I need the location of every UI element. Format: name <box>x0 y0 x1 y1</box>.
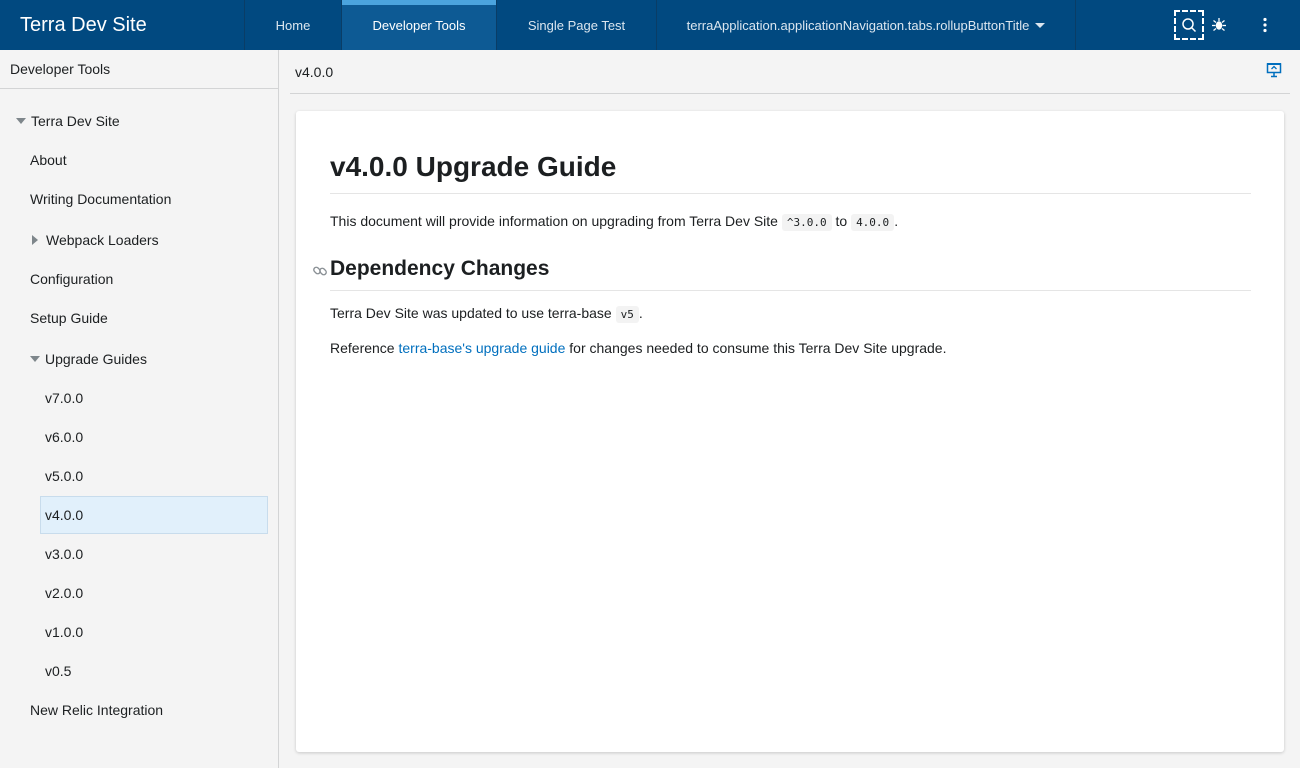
presentation-icon <box>1266 63 1282 78</box>
link-icon <box>313 266 327 276</box>
inline-code: ^3.0.0 <box>781 214 832 231</box>
tab-home[interactable]: Home <box>245 0 342 50</box>
sidebar-item-label: v7.0.0 <box>45 390 84 406</box>
upgrade-guide-link[interactable]: terra-base's upgrade guide <box>398 340 565 356</box>
dependency-text: . <box>638 305 643 321</box>
sidebar-item-v4[interactable]: v4.0.0 <box>40 496 268 534</box>
sidebar-item-v2[interactable]: v2.0.0 <box>45 574 83 612</box>
sidebar-item-label: Writing Documentation <box>30 191 172 207</box>
sidebar-item-v5[interactable]: v5.0.0 <box>45 457 83 495</box>
sidebar-item-label: v3.0.0 <box>45 546 84 562</box>
chevron-down-icon <box>1035 22 1046 28</box>
sidebar-item-new-relic-integration[interactable]: New Relic Integration <box>30 691 163 729</box>
caret-down-icon <box>16 118 26 124</box>
sidebar-item-label: v2.0.0 <box>45 585 84 601</box>
sidebar-item-v7[interactable]: v7.0.0 <box>45 379 83 417</box>
sidebar-item-label: New Relic Integration <box>30 702 164 718</box>
section-heading-text: Dependency Changes <box>330 257 550 280</box>
app-brand[interactable]: Terra Dev Site <box>0 0 245 50</box>
primary-navigation: Home Developer Tools Single Page Test te… <box>245 0 1076 50</box>
intro-text: to <box>831 213 852 229</box>
anchor-link[interactable] <box>312 261 328 277</box>
sidebar-item-label: Terra Dev Site <box>31 113 120 129</box>
intro-paragraph: This document will provide information o… <box>330 213 899 231</box>
tab-developer-tools[interactable]: Developer Tools <box>342 0 497 50</box>
sidebar-item-about[interactable]: About <box>30 141 67 179</box>
sidebar-item-v0-5[interactable]: v0.5 <box>45 652 71 690</box>
tab-rollup-label: terraApplication.applicationNavigation.t… <box>686 17 1030 33</box>
tab-rollup-menu[interactable]: terraApplication.applicationNavigation.t… <box>657 0 1076 50</box>
sidebar-item-terra-dev-site[interactable]: Terra Dev Site <box>16 102 120 140</box>
sidebar-item-webpack-loaders[interactable]: Webpack Loaders <box>32 221 159 259</box>
sidebar-item-label: v1.0.0 <box>45 624 84 640</box>
dependency-paragraph: Terra Dev Site was updated to use terra-… <box>330 305 643 323</box>
sidebar-item-label: v0.5 <box>45 663 72 679</box>
sidebar-item-label: Webpack Loaders <box>46 232 159 248</box>
reference-text: Reference <box>330 340 399 356</box>
sidebar-item-setup-guide[interactable]: Setup Guide <box>30 299 108 337</box>
inline-code: 4.0.0 <box>851 214 895 231</box>
sidebar-item-label: About <box>30 152 67 168</box>
sidebar-item-label: Upgrade Guides <box>45 351 147 367</box>
sidebar-item-v3[interactable]: v3.0.0 <box>45 535 83 573</box>
reference-paragraph: Reference terra-base's upgrade guide for… <box>330 340 946 356</box>
sidebar-item-v1[interactable]: v1.0.0 <box>45 613 83 651</box>
caret-down-icon <box>30 356 40 362</box>
sidebar: Developer Tools Terra Dev Site About Wri… <box>0 50 279 768</box>
search-button[interactable] <box>1174 10 1204 40</box>
intro-text: . <box>894 213 899 229</box>
document-card: v4.0.0 Upgrade Guide This document will … <box>296 111 1284 752</box>
bug-button[interactable] <box>1207 13 1231 37</box>
sidebar-item-label: v6.0.0 <box>45 429 84 445</box>
more-options-button[interactable] <box>1253 13 1277 37</box>
version-label: v4.0.0 <box>295 63 334 80</box>
sidebar-item-upgrade-guides[interactable]: Upgrade Guides <box>30 340 147 378</box>
open-in-new-window-button[interactable] <box>1266 62 1282 78</box>
intro-text: This document will provide information o… <box>330 213 782 229</box>
reference-text: for changes needed to consume this Terra… <box>565 340 947 356</box>
sidebar-item-v6[interactable]: v6.0.0 <box>45 418 83 456</box>
version-bar: v4.0.0 <box>290 50 1290 94</box>
section-heading: Dependency Changes <box>313 257 1251 291</box>
app-header: Terra Dev Site Home Developer Tools Sing… <box>0 0 1300 50</box>
sidebar-item-label: Setup Guide <box>30 310 108 326</box>
dependency-text: Terra Dev Site was updated to use terra-… <box>330 305 616 321</box>
main-content: v4.0.0 v4.0.0 Upgrade Guide This documen… <box>279 50 1300 768</box>
inline-code: v5 <box>615 306 639 323</box>
sidebar-item-writing-documentation[interactable]: Writing Documentation <box>30 180 171 218</box>
caret-right-icon <box>32 235 38 245</box>
bug-icon <box>1212 18 1226 32</box>
sidebar-item-label: Configuration <box>30 271 114 287</box>
sidebar-item-label: v5.0.0 <box>45 468 84 484</box>
sidebar-title: Developer Tools <box>0 50 278 89</box>
search-icon <box>1182 18 1197 33</box>
sidebar-item-label: v4.0.0 <box>45 507 84 523</box>
sidebar-item-configuration[interactable]: Configuration <box>30 260 113 298</box>
tab-single-page-test[interactable]: Single Page Test <box>497 0 657 50</box>
page-title: v4.0.0 Upgrade Guide <box>330 151 1251 194</box>
more-vertical-icon <box>1263 17 1267 33</box>
